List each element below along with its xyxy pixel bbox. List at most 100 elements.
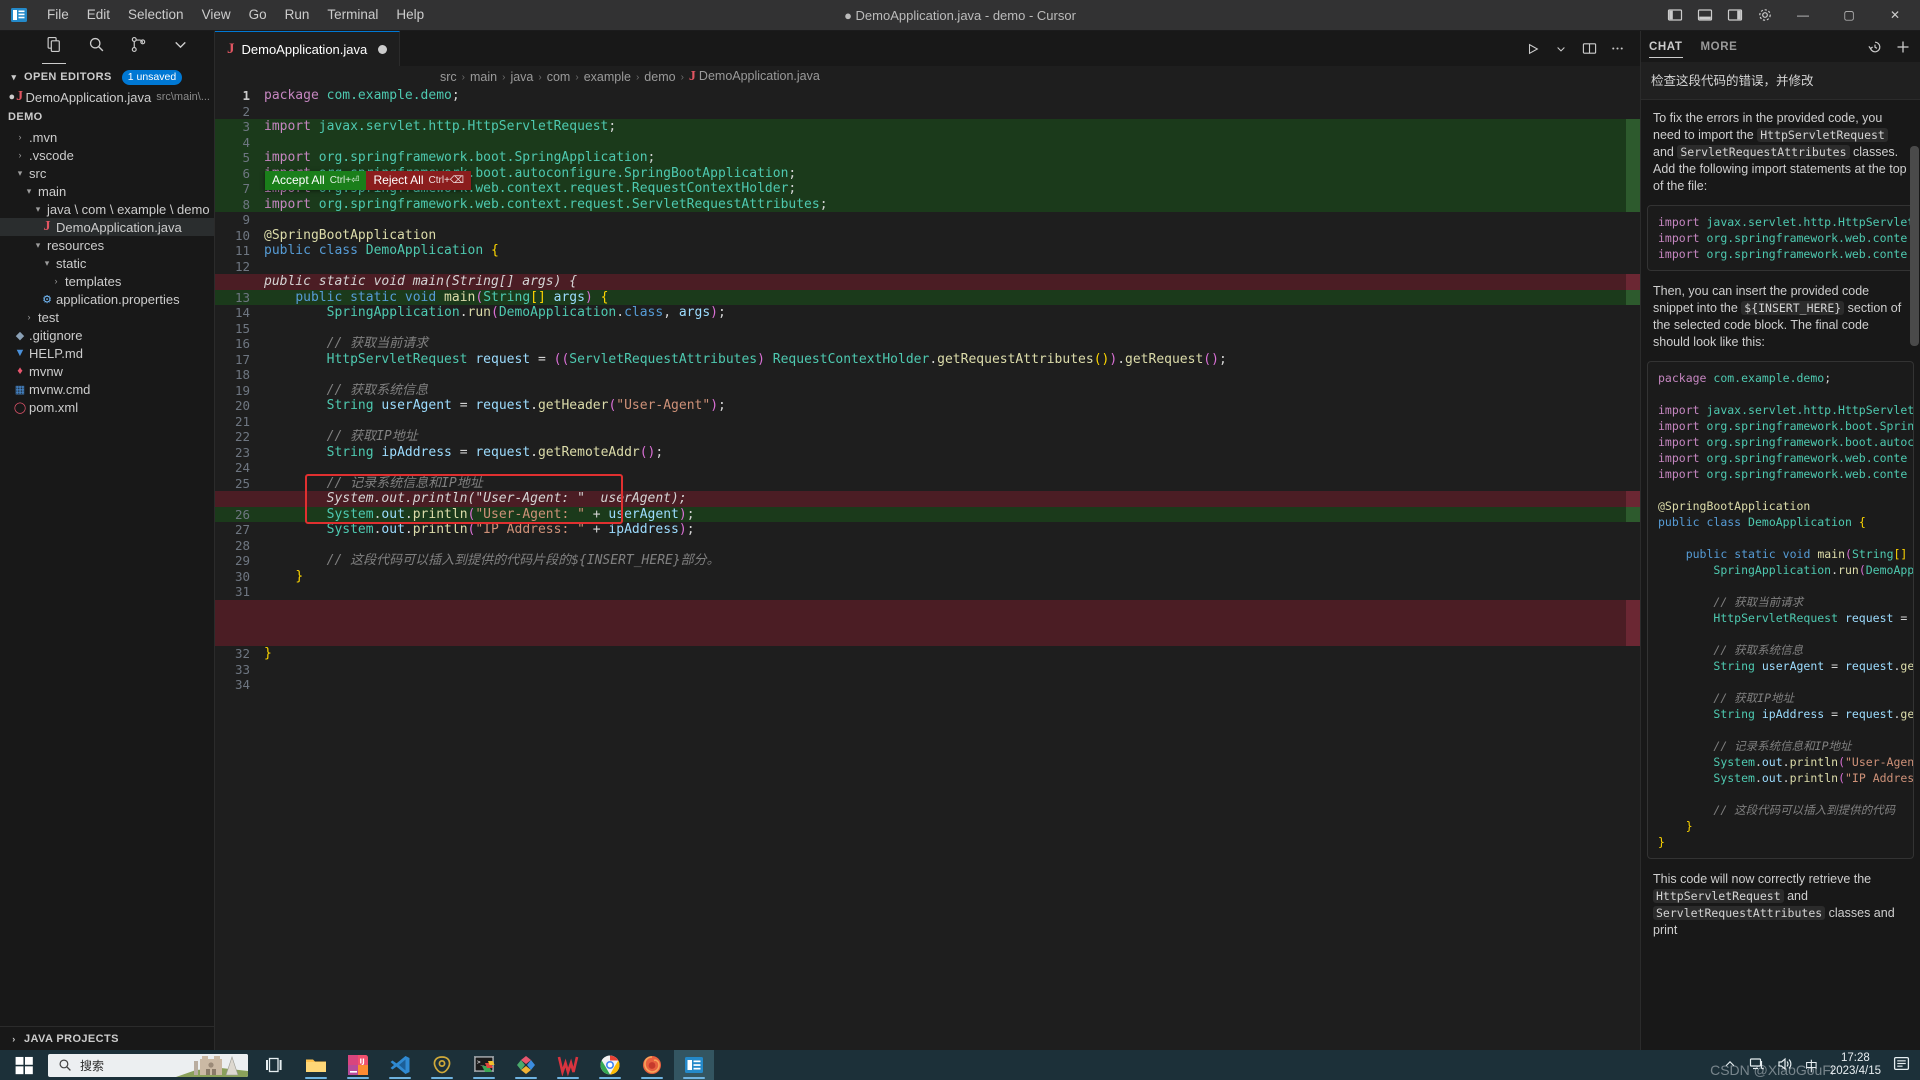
tree-item[interactable]: ▾resources [0, 236, 214, 254]
tree-item[interactable]: ◯pom.xml [0, 398, 214, 416]
task-view-icon[interactable] [254, 1050, 294, 1080]
code-line[interactable]: 17 HttpServletRequest request = ((Servle… [215, 352, 1640, 368]
code-line[interactable]: 25 // 记录系统信息和IP地址 [215, 476, 1640, 492]
code-line[interactable]: 28 [215, 538, 1640, 554]
tree-item[interactable]: ♦mvnw [0, 362, 214, 380]
minimize-button[interactable]: — [1780, 0, 1826, 31]
navicat-icon[interactable] [422, 1050, 462, 1080]
more-actions-icon[interactable] [1604, 36, 1630, 62]
breadcrumb-item[interactable]: java [510, 70, 533, 84]
code-line[interactable]: 4 [215, 135, 1640, 151]
tree-item[interactable]: ›.mvn [0, 128, 214, 146]
reject-all-button[interactable]: Reject All Ctrl+⌫ [366, 171, 471, 190]
tree-item[interactable]: ◆.gitignore [0, 326, 214, 344]
menu-view[interactable]: View [193, 2, 240, 28]
tree-item[interactable]: ▾static [0, 254, 214, 272]
code-line[interactable] [215, 615, 1640, 631]
code-line[interactable]: 18 [215, 367, 1640, 383]
explorer-icon[interactable] [44, 36, 64, 62]
breadcrumb-item[interactable]: main [470, 70, 497, 84]
chat-messages[interactable]: To fix the errors in the provided code, … [1641, 100, 1920, 1050]
breadcrumb-item[interactable]: demo [644, 70, 675, 84]
code-line[interactable]: 9 [215, 212, 1640, 228]
history-icon[interactable] [1866, 38, 1884, 56]
menu-file[interactable]: File [38, 2, 78, 28]
code-line[interactable]: 16 // 获取当前请求 [215, 336, 1640, 352]
menu-go[interactable]: Go [240, 2, 276, 28]
tab-more[interactable]: MORE [1701, 31, 1738, 62]
network-icon[interactable] [1749, 1056, 1765, 1075]
tree-item[interactable]: ⚙application.properties [0, 290, 214, 308]
tree-item[interactable]: ▾src [0, 164, 214, 182]
close-button[interactable]: ✕ [1872, 0, 1918, 31]
chat-code-block-2[interactable]: package com.example.demo; import javax.s… [1647, 361, 1914, 859]
intellij-idea-icon[interactable]: IJ [338, 1050, 378, 1080]
panel-right-icon[interactable] [1720, 0, 1750, 31]
tree-item[interactable]: ▾java \ com \ example \ demo [0, 200, 214, 218]
tab-chat[interactable]: CHAT [1649, 31, 1683, 62]
tree-item[interactable]: ›templates [0, 272, 214, 290]
notification-icon[interactable] [1893, 1055, 1910, 1075]
tab-demoapplication-java[interactable]: J DemoApplication.java [215, 31, 400, 66]
file-explorer-icon[interactable] [296, 1050, 336, 1080]
firefox-icon[interactable] [632, 1050, 672, 1080]
code-editor[interactable]: 1package com.example.demo;23import javax… [215, 88, 1640, 1050]
code-line[interactable] [215, 600, 1640, 616]
windows-start-icon[interactable] [0, 1050, 48, 1080]
source-control-icon[interactable] [128, 36, 148, 62]
code-line[interactable]: 19 // 获取系统信息 [215, 383, 1640, 399]
ime-icon[interactable]: 中 [1805, 1056, 1818, 1075]
panel-bottom-icon[interactable] [1690, 0, 1720, 31]
code-line[interactable]: 33 [215, 662, 1640, 678]
code-line[interactable]: 2 [215, 104, 1640, 120]
code-line[interactable]: 27 System.out.println("IP Address: " + i… [215, 522, 1640, 538]
project-root-label[interactable]: DEMO [0, 106, 214, 128]
code-line[interactable]: System.out.println("User-Agent: " userAg… [215, 491, 1640, 507]
code-line[interactable]: 31 [215, 584, 1640, 600]
tree-item[interactable]: ›test [0, 308, 214, 326]
code-line[interactable]: 10@SpringBootApplication [215, 228, 1640, 244]
show-hidden-icon[interactable] [1723, 1057, 1737, 1074]
tree-item[interactable]: JDemoApplication.java [0, 218, 214, 236]
menu-selection[interactable]: Selection [119, 2, 193, 28]
code-line[interactable]: 23 String ipAddress = request.getRemoteA… [215, 445, 1640, 461]
code-line[interactable] [215, 631, 1640, 647]
chat-code-block-1[interactable]: import javax.servlet.http.HttpServletimp… [1647, 205, 1914, 271]
accept-all-button[interactable]: Accept All Ctrl+⏎ [265, 171, 366, 190]
chrome-icon[interactable] [590, 1050, 630, 1080]
breadcrumb-item[interactable]: JDemoApplication.java [689, 69, 820, 85]
new-chat-icon[interactable] [1894, 38, 1912, 56]
code-line[interactable]: 34 [215, 677, 1640, 693]
vscode-icon[interactable] [380, 1050, 420, 1080]
code-line[interactable]: 29 // 这段代码可以插入到提供的代码片段的${INSERT_HERE}部分。 [215, 553, 1640, 569]
chat-scrollbar[interactable] [1910, 146, 1919, 346]
split-editor-icon[interactable] [1576, 36, 1602, 62]
tree-item[interactable]: ›.vscode [0, 146, 214, 164]
code-line[interactable]: 5import org.springframework.boot.SpringA… [215, 150, 1640, 166]
run-icon[interactable] [1520, 36, 1546, 62]
code-line[interactable]: 14 SpringApplication.run(DemoApplication… [215, 305, 1640, 321]
code-line[interactable]: 11public class DemoApplication { [215, 243, 1640, 259]
cursor-icon[interactable] [674, 1050, 714, 1080]
search-input[interactable]: 搜索 [48, 1054, 248, 1077]
code-line[interactable]: 1package com.example.demo; [215, 88, 1640, 104]
breadcrumb-item[interactable]: com [547, 70, 571, 84]
code-line[interactable]: 21 [215, 414, 1640, 430]
clock[interactable]: 17:28 2023/4/15 [1830, 1052, 1881, 1078]
panel-left-icon[interactable] [1660, 0, 1690, 31]
wps-office-icon[interactable] [506, 1050, 546, 1080]
java-projects-header[interactable]: › JAVA PROJECTS [0, 1026, 214, 1050]
code-line[interactable]: 3import javax.servlet.http.HttpServletRe… [215, 119, 1640, 135]
tree-item[interactable]: ▾main [0, 182, 214, 200]
open-editors-header[interactable]: ▾ OPEN EDITORS 1 unsaved [0, 66, 214, 88]
volume-icon[interactable] [1777, 1056, 1793, 1075]
tree-item[interactable]: ▦mvnw.cmd [0, 380, 214, 398]
maximize-button[interactable]: ▢ [1826, 0, 1872, 31]
code-line[interactable]: 8import org.springframework.web.context.… [215, 197, 1640, 213]
breadcrumb-item[interactable]: example [584, 70, 631, 84]
minimap[interactable] [1626, 88, 1640, 1050]
code-line[interactable]: 26 System.out.println("User-Agent: " + u… [215, 507, 1640, 523]
code-line[interactable]: 22 // 获取IP地址 [215, 429, 1640, 445]
tree-item[interactable]: ▼HELP.md [0, 344, 214, 362]
menu-terminal[interactable]: Terminal [318, 2, 387, 28]
